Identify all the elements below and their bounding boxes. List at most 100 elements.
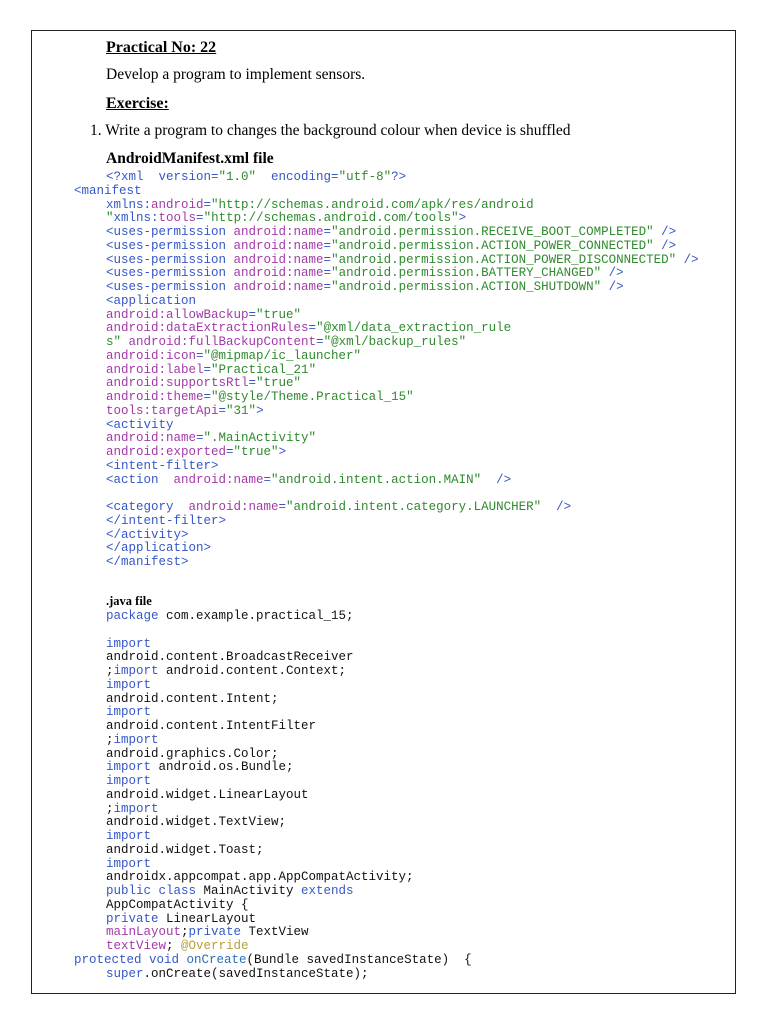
- code-token: ?>: [391, 170, 407, 184]
- code-line: <uses-permission android:name="android.p…: [0, 238, 699, 254]
- code-token: =: [308, 321, 317, 336]
- code-token: =: [196, 348, 204, 363]
- code-token: ;: [166, 939, 182, 953]
- code-token: "android.permission.ACTION_POWER_DISCONN…: [331, 252, 677, 267]
- code-token: package: [106, 609, 159, 623]
- code-token: =: [323, 238, 332, 253]
- code-token: >: [256, 403, 264, 418]
- code-token: tools: [158, 211, 197, 226]
- code-line: import: [0, 856, 472, 872]
- code-token: =: [248, 376, 257, 391]
- code-line: protected void onCreate(Bundle savedInst…: [0, 952, 472, 968]
- code-line: public class MainActivity extends: [0, 884, 472, 899]
- code-token: <action: [106, 472, 174, 487]
- code-token: AppCompatActivity {: [106, 897, 249, 912]
- code-line: <intent-filter>: [0, 459, 699, 474]
- code-line: android.content.IntentFilter: [0, 719, 472, 734]
- code-token: import: [106, 760, 152, 775]
- code-token: =: [323, 266, 332, 281]
- code-token: MainActivity: [196, 884, 302, 898]
- code-token: xmlns:: [106, 197, 152, 212]
- code-token: "Practical_21": [211, 362, 317, 377]
- code-token: xmlns:: [113, 211, 159, 226]
- code-line: </application>: [0, 541, 699, 556]
- code-token: >: [278, 445, 287, 459]
- code-line: xmlns:android="http://schemas.android.co…: [0, 197, 699, 213]
- code-line: android:supportsRtl="true": [0, 376, 699, 391]
- code-token: android:exported: [106, 445, 227, 459]
- code-line: <?xml version="1.0" encoding="utf-8"?>: [0, 170, 699, 185]
- code-token: "@xml/data_extraction_rule: [316, 321, 512, 336]
- code-token: android:name: [233, 266, 324, 281]
- code-line: android:name=".MainActivity": [0, 431, 699, 446]
- code-line: import: [0, 829, 472, 844]
- code-token: extends: [301, 884, 354, 898]
- code-token: android:label: [106, 362, 204, 377]
- code-token: android:name: [233, 252, 324, 267]
- code-token: private: [188, 925, 242, 940]
- code-line: android:dataExtractionRules="@xml/data_e…: [0, 321, 699, 336]
- code-token: import: [113, 732, 159, 747]
- code-token: ;: [181, 925, 189, 940]
- java-heading: .java file: [106, 594, 152, 608]
- code-token: import: [113, 664, 159, 678]
- code-token: android.widget.TextView;: [106, 815, 287, 830]
- code-token: "@xml/backup_rules": [323, 335, 467, 349]
- code-token: />: [481, 472, 512, 487]
- code-line: import: [0, 705, 472, 720]
- code-line: android:exported="true">: [0, 445, 699, 460]
- code-token: android.content.IntentFilter: [106, 719, 317, 733]
- code-token: "http://schemas.android.com/apk/res/andr…: [211, 197, 534, 212]
- code-token: <uses-permission: [106, 225, 234, 239]
- code-token: s": [106, 335, 129, 349]
- code-token: android:name: [233, 280, 324, 294]
- code-token: android.os.Bundle;: [151, 760, 294, 775]
- code-token: =: [248, 307, 257, 322]
- code-line: android:label="Practical_21": [0, 362, 699, 378]
- code-line: android.graphics.Color;: [0, 747, 472, 762]
- code-token: onCreate: [186, 952, 247, 967]
- code-line: private LinearLayout: [0, 911, 472, 927]
- code-token: </application>: [106, 541, 212, 556]
- code-token: mainLayout: [106, 925, 182, 940]
- code-token: </activity>: [106, 527, 189, 542]
- code-line: tools:targetApi="31">: [0, 403, 699, 419]
- code-token: import: [113, 801, 159, 816]
- code-token: <activity: [106, 417, 174, 432]
- code-line: mainLayout;private TextView: [0, 925, 472, 940]
- code-line: android.widget.Toast;: [0, 842, 472, 858]
- code-token: import: [106, 856, 152, 871]
- code-token: import: [106, 636, 152, 651]
- code-token: android:supportsRtl: [106, 376, 249, 391]
- code-token: ;: [106, 801, 114, 816]
- code-line: <uses-permission android:name="android.p…: [0, 225, 699, 240]
- code-token: <manifest: [74, 183, 142, 198]
- code-token: />: [653, 238, 677, 253]
- code-token: <application: [106, 293, 197, 308]
- code-line: ;import android.content.Context;: [0, 664, 472, 679]
- code-token: <uses-permission: [106, 252, 234, 267]
- code-token: super: [106, 966, 144, 981]
- aim-text: Develop a program to implement sensors.: [106, 66, 366, 83]
- code-line: AppCompatActivity {: [0, 897, 472, 913]
- code-token: protected void: [74, 952, 187, 967]
- code-token: "1.0": [218, 170, 257, 184]
- code-token: ": [106, 211, 114, 226]
- code-token: android:name: [233, 225, 324, 239]
- code-token: "true": [256, 307, 302, 322]
- code-line: android.widget.LinearLayout: [0, 788, 472, 803]
- practical-title: Practical No: 22: [106, 39, 217, 56]
- code-line: <manifest: [0, 183, 699, 199]
- code-token: import: [106, 677, 152, 692]
- code-token: android:name: [233, 238, 324, 253]
- code-token: import: [106, 829, 152, 843]
- code-token: android.widget.Toast;: [106, 842, 264, 857]
- code-line: </manifest>: [0, 555, 699, 570]
- code-line: "xmlns:tools="http://schemas.android.com…: [0, 211, 699, 226]
- code-line: <uses-permission android:name="android.p…: [0, 266, 699, 281]
- code-token: private: [106, 911, 159, 926]
- code-token: android:name: [188, 500, 279, 514]
- code-token: />: [601, 280, 624, 294]
